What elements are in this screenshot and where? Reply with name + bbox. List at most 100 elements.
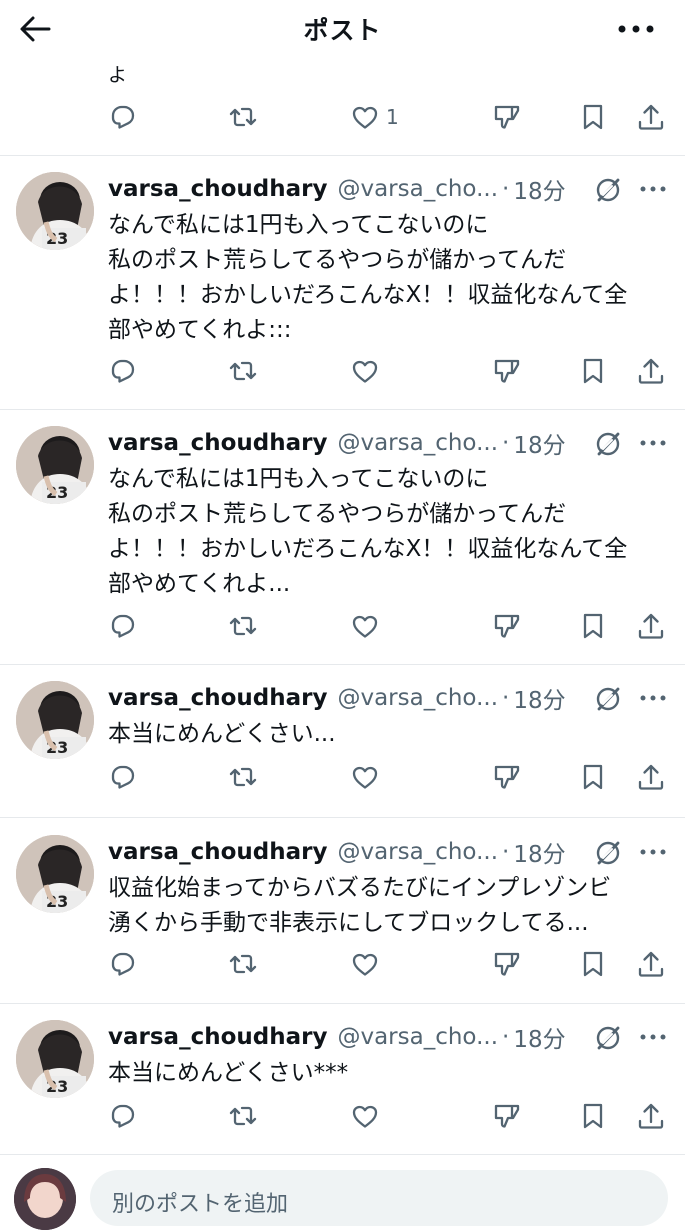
like-count: 1 [386,105,399,129]
grok-icon[interactable] [593,838,623,868]
share-button[interactable] [636,351,666,391]
handle[interactable]: @varsa_cho... [337,685,498,711]
display-name[interactable]: varsa_choudhary [108,430,327,456]
heart-icon [352,360,378,383]
handle[interactable]: @varsa_cho... [337,176,498,202]
bookmark-icon [583,951,603,977]
grok-icon[interactable] [593,684,623,714]
share-button[interactable] [636,1096,666,1136]
display-name[interactable]: varsa_choudhary [108,685,327,711]
downvote-button[interactable] [492,757,522,797]
more-icon[interactable] [640,845,666,859]
more-icon[interactable] [640,1030,666,1044]
top-bar: ポスト [0,0,685,58]
retweet-icon [229,361,257,381]
like-button[interactable] [350,1096,380,1136]
handle[interactable]: @varsa_cho... [337,430,498,456]
timestamp[interactable]: 18分 [513,681,565,715]
avatar[interactable] [16,172,94,250]
retweet-icon [229,767,257,787]
downvote-button[interactable] [492,944,522,984]
repost-button[interactable] [228,1096,258,1136]
reply-button[interactable] [108,97,138,137]
more-icon[interactable] [640,436,666,450]
downvote-button[interactable] [492,1096,522,1136]
like-button[interactable] [350,757,380,797]
like-button[interactable]: 1 [350,97,399,137]
timestamp[interactable]: 18分 [513,172,565,206]
back-arrow-icon[interactable] [18,13,52,45]
like-button[interactable] [350,944,380,984]
reply-icon [111,765,135,789]
bookmark-button[interactable] [578,351,608,391]
timestamp[interactable]: 18分 [513,835,565,869]
page-title: ポスト [303,16,382,45]
grok-icon[interactable] [593,429,623,459]
avatar[interactable] [16,835,94,913]
heart-icon [352,106,378,129]
bookmark-button[interactable] [578,1096,608,1136]
current-user-avatar[interactable] [14,1168,76,1230]
timestamp[interactable]: 18分 [513,1020,565,1054]
downvote-button[interactable] [492,606,522,646]
repost-button[interactable] [228,944,258,984]
like-button[interactable] [350,351,380,391]
handle[interactable]: @varsa_cho... [337,1024,498,1050]
repost-button[interactable] [228,606,258,646]
reply-button[interactable] [108,606,138,646]
repost-button[interactable] [228,97,258,137]
retweet-icon [229,107,257,127]
divider [0,817,685,818]
post-text-partial: よ [108,64,128,86]
reply-icon [111,614,135,638]
like-button[interactable] [350,606,380,646]
downvote-icon [494,1104,520,1128]
timestamp[interactable]: 18分 [513,426,565,460]
more-icon[interactable] [640,182,666,196]
post-text: なんで私には1円も入ってこないのに 私のポスト荒らしてるやつらが儲かってんだ よ… [108,212,628,343]
avatar[interactable] [16,1020,94,1098]
more-icon[interactable] [640,691,666,705]
bookmark-button[interactable] [578,97,608,137]
post-actions: 1 [104,97,674,137]
display-name[interactable]: varsa_choudhary [108,1024,327,1050]
share-button[interactable] [636,97,666,137]
separator-dot: · [502,685,510,711]
more-options-icon[interactable] [617,20,655,38]
repost-button[interactable] [228,757,258,797]
reply-button[interactable] [108,351,138,391]
post-header: varsa_choudhary @varsa_cho... · 18分 [108,1020,566,1054]
share-icon [638,764,664,790]
post-actions [104,757,674,797]
avatar[interactable] [16,681,94,759]
post-header: varsa_choudhary @varsa_cho... · 18分 [108,681,566,715]
grok-icon[interactable] [593,175,623,205]
compose-bar: 別のポストを追加 [0,1160,685,1230]
downvote-button[interactable] [492,351,522,391]
handle[interactable]: @varsa_cho... [337,839,498,865]
share-icon [638,358,664,384]
post-text: 本当にめんどくさい*** [108,1060,349,1086]
separator-dot: · [502,1024,510,1050]
reply-button[interactable] [108,944,138,984]
avatar[interactable] [16,426,94,504]
display-name[interactable]: varsa_choudhary [108,176,327,202]
share-button[interactable] [636,944,666,984]
post-header: varsa_choudhary @varsa_cho... · 18分 [108,835,566,869]
downvote-button[interactable] [492,97,522,137]
grok-icon[interactable] [593,1023,623,1053]
reply-button[interactable] [108,757,138,797]
retweet-icon [229,1106,257,1126]
reply-button[interactable] [108,1096,138,1136]
bookmark-button[interactable] [578,606,608,646]
share-button[interactable] [636,606,666,646]
downvote-icon [494,765,520,789]
bookmark-button[interactable] [578,757,608,797]
bookmark-button[interactable] [578,944,608,984]
compose-input[interactable]: 別のポストを追加 [90,1170,668,1226]
display-name[interactable]: varsa_choudhary [108,839,327,865]
repost-button[interactable] [228,351,258,391]
share-button[interactable] [636,757,666,797]
separator-dot: · [502,430,510,456]
separator-dot: · [502,839,510,865]
